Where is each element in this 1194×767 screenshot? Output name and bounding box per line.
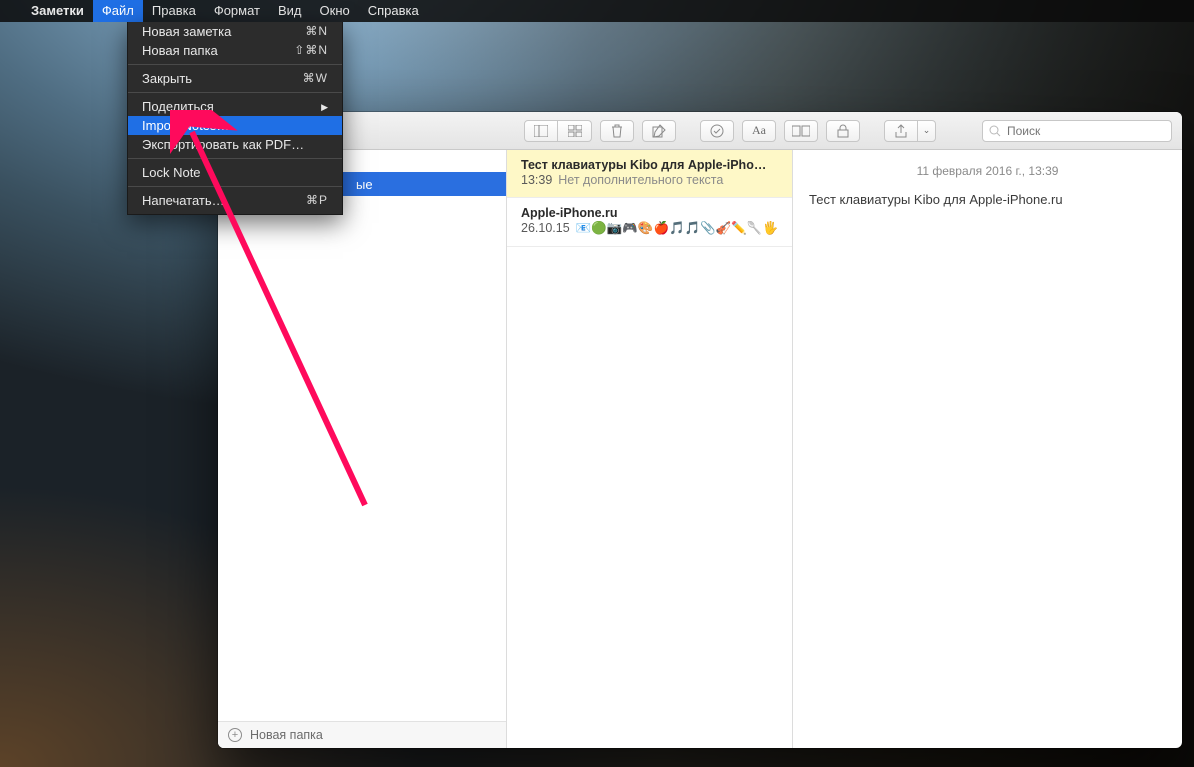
- note-meta: 26.10.15 📧🟢📷🎮🎨🍎🎵🎵📎🎻✏️🥄🖐️: [521, 221, 778, 236]
- note-date-header: 11 февраля 2016 г., 13:39: [809, 164, 1166, 178]
- folders-sidebar: ые + Новая папка: [218, 150, 507, 748]
- checklist-icon: [710, 124, 724, 138]
- new-folder-label: Новая папка: [250, 728, 323, 742]
- menu-format[interactable]: Формат: [205, 0, 269, 22]
- attachments-button[interactable]: [784, 120, 818, 142]
- menu-separator: [128, 158, 342, 159]
- menu-separator: [128, 186, 342, 187]
- new-folder-button[interactable]: + Новая папка: [218, 721, 506, 748]
- menu-item-label: Экспортировать как PDF…: [142, 135, 304, 154]
- search-input[interactable]: [1007, 124, 1165, 138]
- trash-button[interactable]: [600, 120, 634, 142]
- lock-button[interactable]: [826, 120, 860, 142]
- menu-file[interactable]: Файл: [93, 0, 143, 22]
- note-list-item[interactable]: Apple-iPhone.ru 26.10.15 📧🟢📷🎮🎨🍎🎵🎵📎🎻✏️🥄🖐️: [507, 198, 792, 247]
- note-body-text[interactable]: Тест клавиатуры Kibo для Apple-iPhone.ru: [809, 192, 1166, 207]
- file-menu-dropdown: Новая заметка ⌘N Новая папка ⇧⌘N Закрыть…: [127, 22, 343, 215]
- search-icon: [989, 125, 1001, 137]
- share-group: ⌄: [884, 120, 936, 142]
- menu-close[interactable]: Закрыть ⌘W: [128, 69, 342, 88]
- menu-share[interactable]: Поделиться: [128, 97, 342, 116]
- menu-item-shortcut: ⇧⌘N: [294, 41, 328, 60]
- plus-circle-icon: +: [228, 728, 242, 742]
- compose-icon: [652, 124, 666, 138]
- grid-view-button[interactable]: [558, 120, 592, 142]
- compose-button[interactable]: [642, 120, 676, 142]
- note-meta: 13:39 Нет дополнительного текста: [521, 173, 778, 187]
- note-content-pane: 11 февраля 2016 г., 13:39 Тест клавиатур…: [793, 150, 1182, 748]
- menu-print[interactable]: Напечатать… ⌘P: [128, 191, 342, 210]
- menu-item-label: Lock Note: [142, 163, 201, 182]
- trash-icon: [611, 124, 623, 138]
- window-toolbar: Aa ⌄: [218, 112, 1182, 150]
- list-view-button[interactable]: [524, 120, 558, 142]
- share-button[interactable]: [884, 120, 918, 142]
- lock-icon: [837, 124, 849, 138]
- menu-help[interactable]: Справка: [359, 0, 428, 22]
- notes-list: Тест клавиатуры Kibo для Apple-iPho… 13:…: [507, 150, 793, 748]
- notes-window: Aa ⌄ ые: [218, 112, 1182, 748]
- share-icon: [895, 124, 907, 138]
- menu-app-name[interactable]: Заметки: [22, 0, 93, 22]
- menu-item-label: Import Notes…: [142, 116, 229, 135]
- grid-view-icon: [568, 125, 582, 137]
- submenu-arrow-icon: [313, 96, 328, 117]
- menu-lock-note[interactable]: Lock Note: [128, 163, 342, 182]
- note-title: Тест клавиатуры Kibo для Apple-iPho…: [521, 158, 778, 172]
- menu-item-label: Напечатать…: [142, 191, 225, 210]
- share-dropdown-button[interactable]: ⌄: [918, 120, 936, 142]
- menu-window[interactable]: Окно: [311, 0, 359, 22]
- menu-item-label: Закрыть: [142, 69, 192, 88]
- folder-label-partial: ые: [356, 177, 373, 192]
- note-time: 26.10.15: [521, 221, 570, 235]
- checklist-button[interactable]: [700, 120, 734, 142]
- menu-item-label: Новая заметка: [142, 22, 231, 41]
- list-view-icon: [534, 125, 548, 137]
- menu-import-notes[interactable]: Import Notes…: [128, 116, 342, 135]
- menu-separator: [128, 64, 342, 65]
- note-list-item[interactable]: Тест клавиатуры Kibo для Apple-iPho… 13:…: [507, 150, 792, 198]
- search-field[interactable]: [982, 120, 1172, 142]
- menu-item-shortcut: ⌘W: [303, 69, 328, 88]
- font-style-button[interactable]: Aa: [742, 120, 776, 142]
- menu-new-folder[interactable]: Новая папка ⇧⌘N: [128, 41, 342, 60]
- menu-item-shortcut: ⌘N: [305, 22, 328, 41]
- menu-separator: [128, 92, 342, 93]
- note-time: 13:39: [521, 173, 552, 187]
- menu-item-label: Поделиться: [142, 97, 214, 116]
- note-preview: Нет дополнительного текста: [558, 173, 723, 187]
- note-preview: 📧🟢📷🎮🎨🍎🎵🎵📎🎻✏️🥄🖐️: [576, 221, 778, 235]
- menu-export-pdf[interactable]: Экспортировать как PDF…: [128, 135, 342, 154]
- menu-view[interactable]: Вид: [269, 0, 311, 22]
- menu-new-note[interactable]: Новая заметка ⌘N: [128, 22, 342, 41]
- menu-item-label: Новая папка: [142, 41, 218, 60]
- font-icon: Aa: [752, 123, 766, 138]
- menu-edit[interactable]: Правка: [143, 0, 205, 22]
- menu-item-shortcut: ⌘P: [306, 191, 328, 210]
- mac-menu-bar: Заметки Файл Правка Формат Вид Окно Спра…: [0, 0, 1194, 22]
- attachments-icon: [792, 125, 810, 137]
- chevron-down-icon: ⌄: [923, 125, 931, 136]
- view-switcher: [524, 120, 592, 142]
- note-title: Apple-iPhone.ru: [521, 206, 778, 220]
